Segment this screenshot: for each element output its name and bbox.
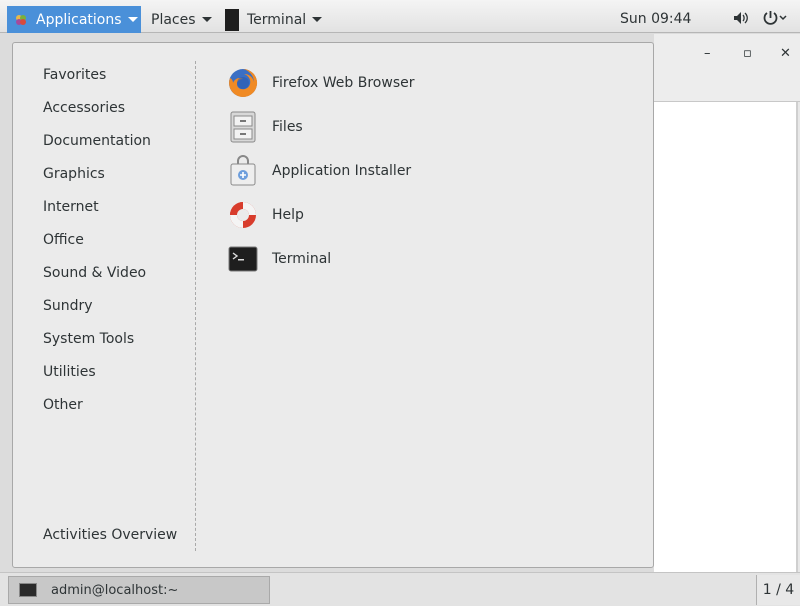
- applications-logo-icon: [16, 14, 26, 25]
- window-content: [654, 102, 798, 572]
- workspace-indicator[interactable]: 1 / 4: [756, 575, 800, 605]
- help-icon: [227, 199, 259, 231]
- app-item-firefox[interactable]: Firefox Web Browser: [227, 61, 415, 105]
- background-window: – ▫ ✕: [654, 34, 800, 572]
- applications-label: Applications: [36, 11, 122, 28]
- app-item-application-installer[interactable]: Application Installer: [227, 149, 415, 193]
- category-graphics[interactable]: Graphics: [43, 164, 151, 197]
- terminal-icon: [225, 8, 239, 31]
- app-label: Files: [272, 119, 303, 135]
- terminal-app-label: Terminal: [247, 11, 307, 28]
- taskbar-item-terminal[interactable]: admin@localhost:~: [8, 576, 270, 604]
- applications-menu-button[interactable]: Applications: [7, 6, 141, 33]
- terminal-app-menu-button[interactable]: Terminal: [225, 6, 323, 33]
- app-label: Terminal: [272, 251, 332, 267]
- installer-icon: [227, 155, 259, 187]
- taskbar-item-label: admin@localhost:~: [51, 582, 179, 598]
- category-accessories[interactable]: Accessories: [43, 98, 151, 131]
- category-utilities[interactable]: Utilities: [43, 362, 151, 395]
- category-list: Favorites Accessories Documentation Grap…: [43, 65, 151, 428]
- chevron-down-icon: [201, 17, 212, 22]
- category-other[interactable]: Other: [43, 395, 151, 428]
- minimize-icon[interactable]: –: [704, 46, 711, 61]
- category-favorites[interactable]: Favorites: [43, 65, 151, 98]
- files-icon: [227, 111, 259, 143]
- app-item-help[interactable]: Help: [227, 193, 415, 237]
- power-icon[interactable]: [763, 10, 787, 26]
- terminal-icon: [227, 243, 259, 275]
- places-label: Places: [151, 11, 196, 28]
- chevron-down-icon: [312, 17, 323, 22]
- top-panel: Applications Places Terminal Sun 09:44: [0, 0, 800, 33]
- app-label: Firefox Web Browser: [272, 75, 415, 91]
- menu-divider: [195, 61, 196, 551]
- firefox-icon: [227, 67, 259, 99]
- volume-icon[interactable]: [733, 11, 749, 25]
- category-documentation[interactable]: Documentation: [43, 131, 151, 164]
- application-list: Firefox Web Browser Files Application In…: [227, 61, 415, 281]
- bottom-panel: admin@localhost:~ 1 / 4: [0, 572, 800, 606]
- app-label: Help: [272, 207, 304, 223]
- category-internet[interactable]: Internet: [43, 197, 151, 230]
- category-system-tools[interactable]: System Tools: [43, 329, 151, 362]
- category-office[interactable]: Office: [43, 230, 151, 263]
- clock[interactable]: Sun 09:44: [620, 11, 691, 27]
- maximize-icon[interactable]: ▫: [743, 46, 752, 61]
- activities-overview-link[interactable]: Activities Overview: [43, 527, 177, 543]
- window-titlebar: – ▫ ✕: [654, 34, 800, 102]
- app-label: Application Installer: [272, 163, 412, 179]
- app-item-terminal[interactable]: Terminal: [227, 237, 415, 281]
- applications-menu-popup: Favorites Accessories Documentation Grap…: [12, 42, 654, 568]
- chevron-down-icon: [127, 17, 138, 22]
- close-icon[interactable]: ✕: [780, 46, 791, 61]
- category-sound-video[interactable]: Sound & Video: [43, 263, 151, 296]
- terminal-icon: [19, 583, 37, 597]
- app-item-files[interactable]: Files: [227, 105, 415, 149]
- places-menu-button[interactable]: Places: [151, 6, 212, 33]
- category-sundry[interactable]: Sundry: [43, 296, 151, 329]
